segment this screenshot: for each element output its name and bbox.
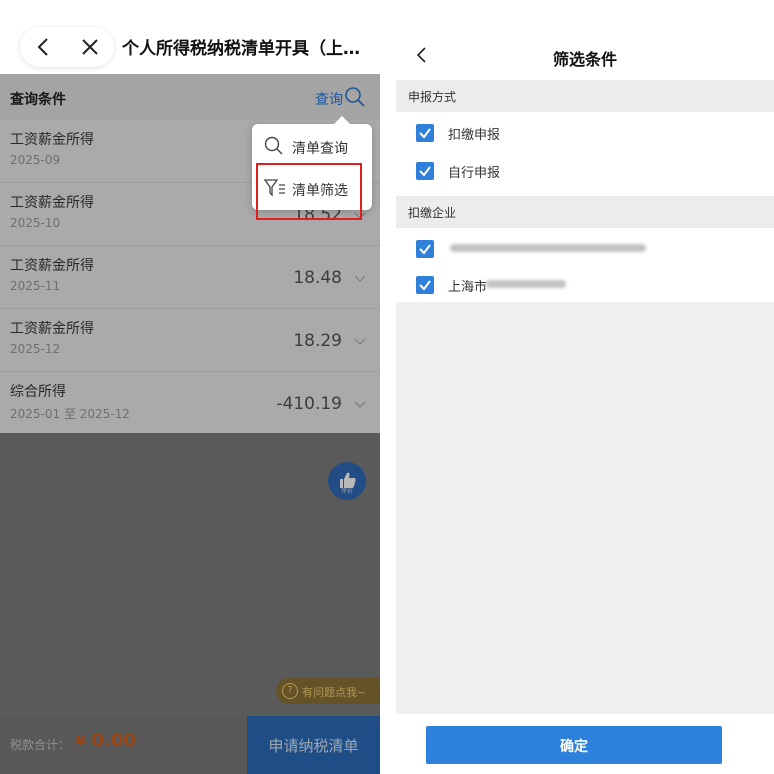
option-self-report[interactable]: 自行申报 — [396, 154, 774, 188]
checkbox-checked-icon[interactable] — [416, 124, 434, 142]
chevron-down-icon — [354, 401, 366, 408]
company-name-prefix: 上海市 — [448, 280, 488, 295]
checkbox-checked-icon[interactable] — [416, 240, 434, 258]
option-label: 扣缴申报 — [448, 128, 501, 143]
section-withholding-company: 扣缴企业 — [396, 196, 774, 228]
close-button[interactable] — [74, 31, 106, 63]
tax-total-amount: ¥ 0.00 — [76, 730, 136, 751]
filter-header: 筛选条件 — [396, 0, 774, 80]
row-period: 2025-01 至 2025-12 — [10, 407, 130, 421]
filter-empty-area — [396, 302, 774, 714]
option-withholding[interactable]: 扣缴申报 — [396, 116, 774, 150]
feedback-button[interactable]: 评价 — [328, 462, 366, 500]
query-conditions-bar: 查询条件 查询 — [0, 74, 380, 120]
feedback-label: 评价 — [340, 488, 353, 495]
option-company-1[interactable] — [396, 232, 774, 266]
confirm-label: 确定 — [560, 739, 588, 755]
row-period: 2025-10 — [10, 216, 61, 230]
row-title: 工资薪金所得 — [10, 321, 94, 337]
apply-tax-list-button[interactable]: 申请纳税清单 — [247, 716, 380, 774]
section-label: 申报方式 — [408, 90, 457, 104]
list-item[interactable]: 综合所得 2025-01 至 2025-12 -410.19 — [0, 372, 380, 435]
empty-area — [0, 433, 380, 716]
apply-tax-list-label: 申请纳税清单 — [268, 737, 359, 755]
tax-total-label: 税款合计： — [10, 738, 71, 752]
row-period: 2025-12 — [10, 342, 61, 356]
query-conditions-label: 查询条件 — [10, 92, 66, 108]
page-title: 个人所得税纳税清单开具（上… — [122, 39, 360, 59]
list-item[interactable]: 工资薪金所得 2025-12 18.29 — [0, 309, 380, 372]
row-title: 综合所得 — [10, 384, 66, 400]
menu-item-label: 清单查询 — [292, 141, 348, 157]
back-button[interactable] — [28, 31, 60, 63]
chevron-down-icon — [354, 275, 366, 282]
row-period: 2025-09 — [10, 153, 61, 167]
confirm-button[interactable]: 确定 — [426, 726, 722, 764]
list-item[interactable]: 工资薪金所得 2025-11 18.48 — [0, 246, 380, 309]
checkbox-checked-icon[interactable] — [416, 162, 434, 180]
close-icon — [82, 39, 98, 55]
blurred-company-name — [486, 280, 566, 288]
nav-capsule — [20, 27, 114, 67]
chevron-down-icon — [354, 338, 366, 345]
highlight-box — [256, 163, 362, 220]
checkbox-checked-icon[interactable] — [416, 276, 434, 294]
search-icon — [264, 136, 283, 155]
help-icon: ? — [282, 683, 298, 699]
section-label: 扣缴企业 — [408, 206, 457, 220]
menu-item-list-query[interactable]: 清单查询 — [252, 126, 372, 166]
row-amount: 18.29 — [293, 331, 342, 351]
left-screen: 个人所得税纳税清单开具（上… 查询条件 查询 工资薪金所得 2025-09 工资… — [0, 0, 380, 774]
row-title: 工资薪金所得 — [10, 258, 94, 274]
row-title: 工资薪金所得 — [10, 195, 94, 211]
option-label: 自行申报 — [448, 166, 501, 181]
search-icon[interactable] — [344, 86, 366, 108]
back-icon — [37, 38, 48, 56]
filter-title: 筛选条件 — [552, 50, 617, 69]
option-company-2[interactable]: 上海市 — [396, 268, 774, 302]
blurred-company-name — [450, 244, 646, 252]
filter-footer: 确定 — [396, 714, 774, 774]
help-button[interactable]: ? 有问题点我~ — [276, 678, 380, 704]
row-period: 2025-11 — [10, 279, 61, 293]
tax-total-value: 0.00 — [91, 730, 136, 751]
help-label: 有问题点我~ — [302, 686, 367, 699]
row-title: 工资薪金所得 — [10, 132, 94, 148]
right-screen: 筛选条件 申报方式 扣缴申报 自行申报 扣缴企业 上海市 确定 — [396, 0, 774, 774]
section-report-method: 申报方式 — [396, 80, 774, 112]
row-amount: 18.48 — [293, 268, 342, 288]
query-link[interactable]: 查询 — [315, 89, 343, 109]
left-header: 个人所得税纳税清单开具（上… — [0, 0, 380, 74]
row-amount: -410.19 — [276, 394, 342, 414]
menu-arrow — [334, 116, 350, 124]
currency-symbol: ¥ — [76, 735, 86, 750]
